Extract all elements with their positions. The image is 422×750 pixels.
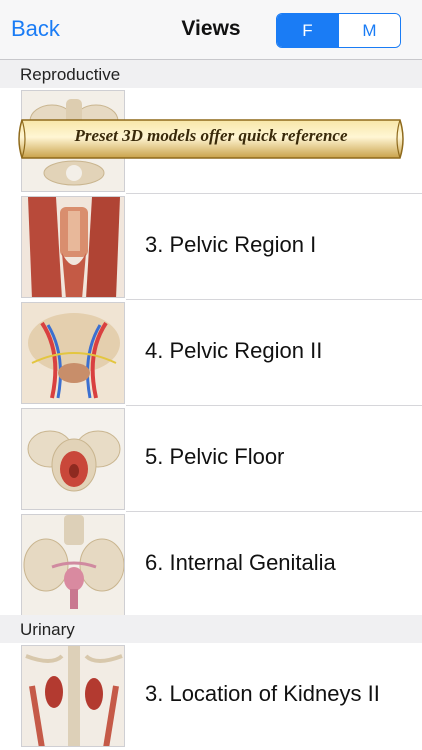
pelvic-vessels-thumbnail <box>21 302 125 404</box>
row-label: 5. Pelvic Floor <box>145 444 285 469</box>
row-label: 3. Location of Kidneys II <box>145 681 380 706</box>
list-item[interactable]: 4. Pelvic Region II <box>0 300 422 406</box>
list-item[interactable]: 3. Pelvic Region I <box>0 194 422 300</box>
section-title: Reproductive <box>20 65 121 84</box>
internal-genitalia-thumbnail <box>21 514 125 616</box>
list-item[interactable]: 6. Internal Genitalia <box>0 512 422 618</box>
row-label: 4. Pelvic Region II <box>145 338 323 363</box>
section-header-reproductive: Reproductive <box>0 60 422 88</box>
list-item[interactable]: 5. Pelvic Floor <box>0 406 422 512</box>
pelvic-floor-thumbnail <box>21 408 125 510</box>
segment-female[interactable]: F <box>277 14 338 47</box>
row-label: 3. Pelvic Region I <box>145 232 317 257</box>
row-label: 6. Internal Genitalia <box>145 550 336 575</box>
navigation-bar: Back Views F M <box>0 0 422 60</box>
section-header-urinary: Urinary <box>0 615 422 643</box>
promo-banner: Preset 3D models offer quick reference <box>14 116 408 162</box>
kidneys-thumbnail <box>21 645 125 747</box>
banner-text: Preset 3D models offer quick reference <box>74 126 348 145</box>
section-title: Urinary <box>20 620 75 639</box>
segment-male[interactable]: M <box>338 14 400 47</box>
pelvic-muscles-thumbnail <box>21 196 125 298</box>
list-item[interactable]: 3. Location of Kidneys II <box>0 643 422 749</box>
gender-segmented-control: F M <box>276 13 401 48</box>
